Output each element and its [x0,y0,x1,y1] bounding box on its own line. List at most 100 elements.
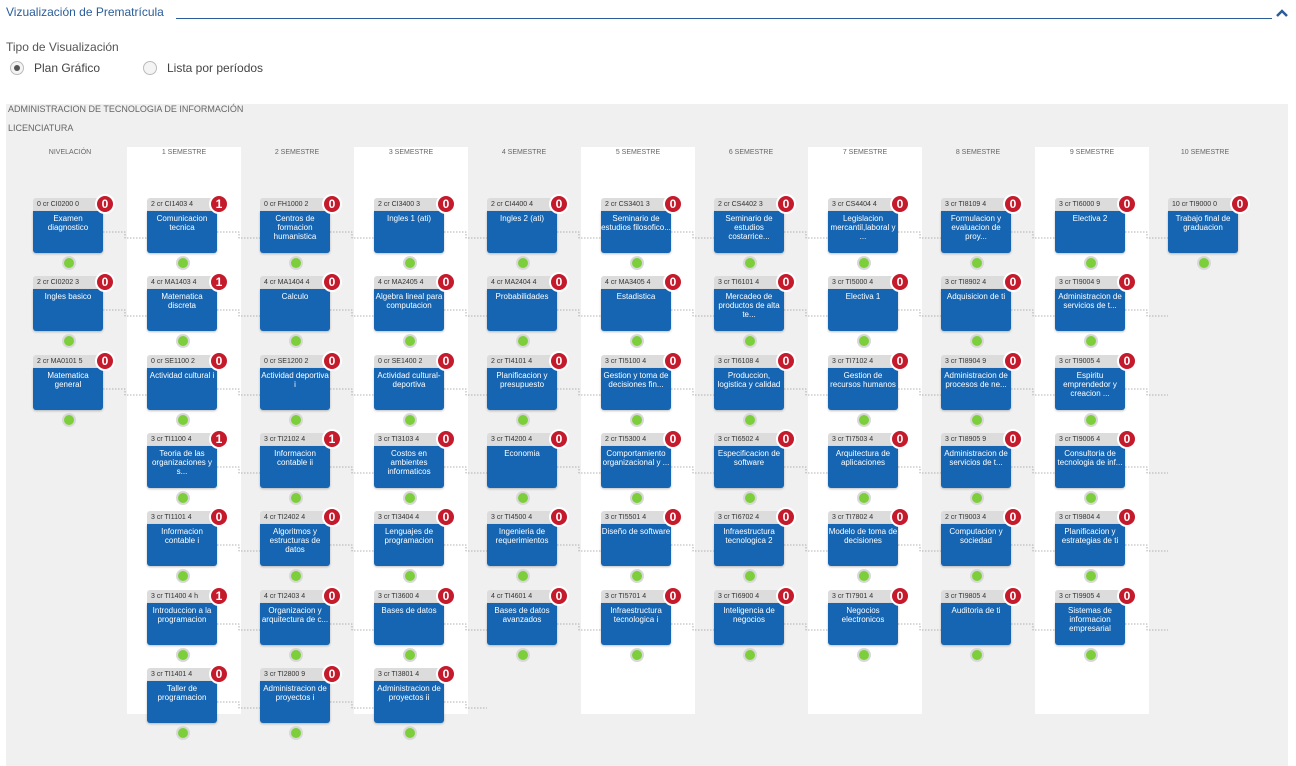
course-card[interactable]: 3 cr TI6108 4 Produccion, logistica y cal… [714,351,796,431]
radio-lista-periodos[interactable]: Lista por períodos [143,59,263,77]
course-name: Negocios electronicos [828,603,898,645]
course-code: 3 cr TI7503 4 [828,433,898,446]
course-card[interactable]: 2 cr MA0101 5 Matematica general 0 [33,351,115,431]
course-count-badge: 0 [1117,194,1137,214]
status-dot-icon [630,648,644,662]
course-card[interactable]: 3 cr TI9805 4 Auditoria de ti 0 [941,586,1023,666]
course-card[interactable]: 3 cr TI5701 4 Infraestructura tecnologica… [601,586,683,666]
course-card[interactable]: 3 cr TI3600 4 Bases de datos 0 [374,586,456,666]
course-card[interactable]: 3 cr CS4404 4 Legislacion mercantil,labor… [828,194,910,274]
course-code: 3 cr TI8902 4 [941,276,1011,289]
course-card[interactable]: 2 cr CI1403 4 Comunicacion tecnica 1 [147,194,229,274]
course-card[interactable]: 2 cr CI4400 4 Ingles 2 (ati) 0 [487,194,569,274]
course-card[interactable]: 4 cr MA2405 4 Algebra lineal para computa… [374,272,456,352]
status-dot-icon [403,256,417,270]
course-card[interactable]: 0 cr SE1400 2 Actividad cultural-deportiv… [374,351,456,431]
course-card[interactable]: 3 cr TI1400 4 h Introduccion a la program… [147,586,229,666]
course-card[interactable]: 3 cr TI3801 4 Administracion de proyectos… [374,664,456,744]
course-name: Costos en ambientes informaticos [374,446,444,488]
course-count-badge: 1 [209,429,229,449]
chevron-up-icon[interactable] [1274,6,1290,20]
course-card[interactable]: 3 cr TI9905 4 Sistemas de informacion emp… [1055,586,1137,666]
course-card[interactable]: 3 cr TI8904 9 Administracion de procesos … [941,351,1023,431]
status-dot-icon [743,413,757,427]
course-card[interactable]: 3 cr TI2102 4 Informacion contable ii 1 [260,429,342,509]
course-count-badge: 0 [436,429,456,449]
radio-label-plan-grafico: Plan Gráfico [34,61,101,75]
course-card[interactable]: 3 cr TI9004 9 Administracion de servicios… [1055,272,1137,352]
course-card[interactable]: 3 cr TI9006 4 Consultoria de tecnologia d… [1055,429,1137,509]
course-card[interactable]: 3 cr TI2800 9 Administracion de proyectos… [260,664,342,744]
course-card[interactable]: 4 cr TI2403 4 Organizacion y arquitectura… [260,586,342,666]
course-card[interactable]: 3 cr TI8902 4 Adquisicion de ti 0 [941,272,1023,352]
course-count-badge: 0 [1117,507,1137,527]
course-card[interactable]: 2 cr CI0202 3 Ingles basico 0 [33,272,115,352]
course-card[interactable]: 3 cr TI6101 4 Mercadeo de productos de al… [714,272,796,352]
course-name: Diseño de software [601,524,671,566]
status-dot-icon [857,413,871,427]
course-card[interactable]: 3 cr TI5501 4 Diseño de software 0 [601,507,683,587]
course-card[interactable]: 3 cr TI8905 9 Administracion de servicios… [941,429,1023,509]
course-card[interactable]: 0 cr SE1100 2 Actividad cultural i0 [147,351,229,431]
course-card[interactable]: 3 cr TI7102 4 Gestion de recursos humanos… [828,351,910,431]
course-card[interactable]: 3 cr TI7503 4 Arquitectura de aplicacione… [828,429,910,509]
course-card[interactable]: 2 cr TI4101 4 Planificacion y presupuesto… [487,351,569,431]
course-name: Seminario de estudios filosofico... [601,211,671,253]
course-count-badge: 0 [776,194,796,214]
course-card[interactable]: 0 cr FH1000 2 Centros de formacion humani… [260,194,342,274]
column-header: 3 SEMESTRE [388,149,434,156]
course-card[interactable]: 3 cr TI3103 4 Costos en ambientes informa… [374,429,456,509]
radio-checked-icon[interactable] [10,61,24,75]
course-card[interactable]: 3 cr TI9005 4 Espiritu emprendedor y crea… [1055,351,1137,431]
course-card[interactable]: 3 cr TI4500 4 Ingenieria de requerimiento… [487,507,569,587]
course-name: Adquisicion de ti [941,289,1011,331]
course-name: Especificacion de software [714,446,784,488]
course-card[interactable]: 4 cr TI2402 4 Algoritmos y estructuras de… [260,507,342,587]
course-card[interactable]: 0 cr SE1200 2 Actividad deportiva i0 [260,351,342,431]
course-card[interactable]: 4 cr MA1403 4 Matematica discreta 1 [147,272,229,352]
course-code: 3 cr TI2800 9 [260,668,330,681]
course-count-badge: 0 [322,272,342,292]
course-card[interactable]: 10 cr TI9000 0 Trabajo final de graduacio… [1168,194,1250,274]
course-card[interactable]: 3 cr TI4200 4 Economia 0 [487,429,569,509]
course-card[interactable]: 3 cr TI7802 4 Modelo de toma de decisione… [828,507,910,587]
course-card[interactable]: 3 cr TI5100 4 Gestion y toma de decisione… [601,351,683,431]
course-code: 0 cr FH1000 2 [260,198,330,211]
radio-unchecked-icon[interactable] [143,61,157,75]
course-card[interactable]: 3 cr TI5000 4 Electiva 10 [828,272,910,352]
course-card[interactable]: 3 cr TI6000 9 Electiva 20 [1055,194,1137,274]
course-card[interactable]: 4 cr TI4601 4 Bases de datos avanzados 0 [487,586,569,666]
course-card[interactable]: 3 cr TI1100 4 Teoria de las organizacione… [147,429,229,509]
status-dot-icon [743,491,757,505]
course-card[interactable]: 3 cr TI1401 4 Taller de programacion 0 [147,664,229,744]
course-card[interactable]: 3 cr TI3404 4 Lenguajes de programacion 0 [374,507,456,587]
course-count-badge: 0 [549,272,569,292]
course-card[interactable]: 4 cr MA3405 4 Estadistica 0 [601,272,683,352]
course-card[interactable]: 3 cr TI1101 4 Informacion contable i0 [147,507,229,587]
status-dot-icon [970,648,984,662]
course-count-badge: 0 [549,194,569,214]
course-name: Planificacion y presupuesto [487,368,557,410]
course-card[interactable]: 3 cr TI6502 4 Especificacion de software 0 [714,429,796,509]
course-card[interactable]: 4 cr MA1404 4 Calculo 0 [260,272,342,352]
course-card[interactable]: 3 cr TI9804 4 Planificacion y estrategias… [1055,507,1137,587]
course-card[interactable]: 2 cr TI9003 4 Computacion y sociedad 0 [941,507,1023,587]
course-card[interactable]: 0 cr CI0200 0 Examen diagnostico 0 [33,194,115,274]
course-card[interactable]: 2 cr CS4402 3 Seminario de estudios costa… [714,194,796,274]
course-card[interactable]: 3 cr TI8109 4 Formulacion y evaluacion de… [941,194,1023,274]
course-count-badge: 0 [890,272,910,292]
course-card[interactable]: 3 cr TI6702 4 Infraestructura tecnologica… [714,507,796,587]
course-card[interactable]: 2 cr TI5300 4 Comportamiento organizacion… [601,429,683,509]
status-dot-icon [403,569,417,583]
course-card[interactable]: 3 cr TI6900 4 Inteligencia de negocios 0 [714,586,796,666]
course-card[interactable]: 2 cr CS3401 3 Seminario de estudios filos… [601,194,683,274]
course-card[interactable]: 4 cr MA2404 4 Probabilidades 0 [487,272,569,352]
course-code: 3 cr TI5701 4 [601,590,671,603]
course-card[interactable]: 3 cr TI7901 4 Negocios electronicos 0 [828,586,910,666]
course-count-badge: 0 [436,507,456,527]
course-count-badge: 0 [1003,586,1023,606]
course-card[interactable]: 2 cr CI3400 3 Ingles 1 (ati) 0 [374,194,456,274]
radio-plan-grafico[interactable]: Plan Gráfico [10,59,100,77]
course-name: Matematica general [33,368,103,410]
course-code: 3 cr TI3600 4 [374,590,444,603]
